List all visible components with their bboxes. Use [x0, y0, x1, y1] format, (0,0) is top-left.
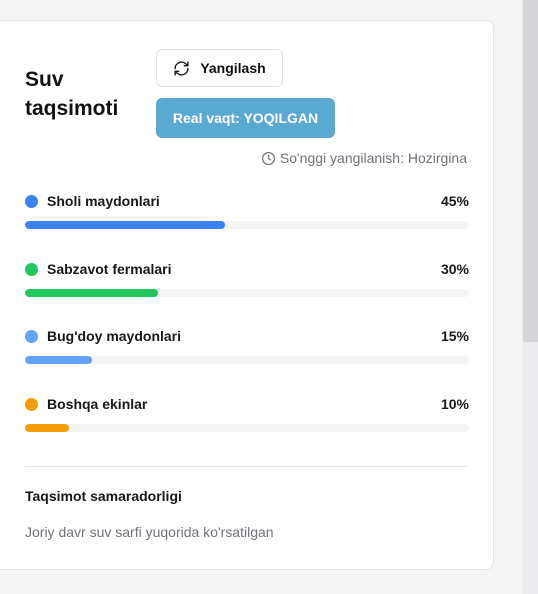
distribution-item: Bug'doy maydonlari 15% [25, 326, 469, 364]
progress-fill [25, 424, 70, 432]
page: Suv taqsimoti Yangilash Real vaqt: YOQIL… [0, 0, 538, 594]
realtime-toggle-button[interactable]: Real vaqt: YOQILGAN [156, 98, 335, 138]
legend-dot [25, 397, 38, 411]
progress-fill [25, 356, 92, 364]
item-label: Boshqa ekinlar [47, 396, 148, 412]
progress-track [25, 424, 469, 432]
refresh-icon [173, 60, 190, 77]
progress-track [25, 221, 469, 229]
item-percent: 30% [440, 261, 469, 277]
distribution-item: Sholi maydonlari 45% [25, 191, 469, 229]
efficiency-title: Taqsimot samaradorligi [25, 488, 182, 504]
card-title: Suv taqsimoti [25, 68, 119, 120]
progress-fill [25, 221, 225, 229]
legend-dot [25, 329, 38, 343]
refresh-button-label: Yangilash [200, 60, 266, 76]
progress-fill [25, 289, 159, 297]
scrollbar-thumb[interactable] [523, 0, 538, 342]
progress-track [25, 289, 469, 297]
efficiency-description: Joriy davr suv sarfi yuqorida ko'rsatilg… [25, 524, 274, 540]
item-percent: 10% [440, 396, 469, 412]
distribution-item: Sabzavot fermalari 30% [25, 259, 469, 297]
last-update-text: So'nggi yangilanish: Hozirgina [279, 150, 467, 166]
last-update: So'nggi yangilanish: Hozirgina [261, 150, 467, 166]
divider [25, 466, 469, 467]
item-percent: 45% [440, 193, 469, 209]
distribution-item: Boshqa ekinlar 10% [25, 394, 469, 432]
progress-track [25, 356, 469, 364]
item-label: Sholi maydonlari [47, 193, 160, 209]
item-label: Sabzavot fermalari [47, 261, 172, 277]
clock-icon [261, 151, 276, 166]
legend-dot [25, 262, 38, 276]
water-distribution-card: Suv taqsimoti Yangilash Real vaqt: YOQIL… [0, 20, 494, 570]
item-label: Bug'doy maydonlari [47, 328, 182, 344]
legend-dot [25, 194, 38, 208]
refresh-button[interactable]: Yangilash [156, 49, 283, 87]
item-percent: 15% [440, 328, 469, 344]
